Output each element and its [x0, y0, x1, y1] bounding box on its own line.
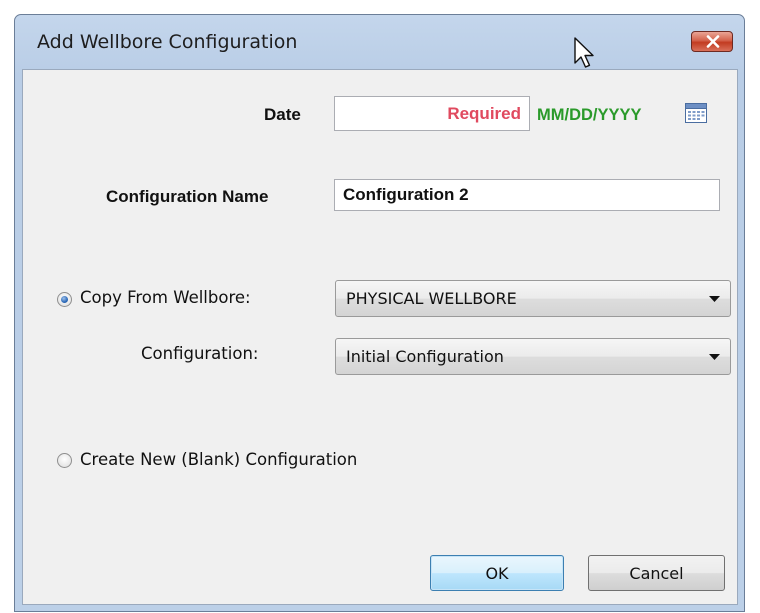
- calendar-icon[interactable]: [685, 103, 707, 123]
- date-label: Date: [264, 105, 301, 124]
- config-name-label: Configuration Name: [106, 187, 269, 206]
- wellbore-select-value: PHYSICAL WELLBORE: [346, 289, 517, 308]
- create-new-radio[interactable]: [57, 453, 72, 468]
- dialog-window: Add Wellbore Configuration Date Required…: [14, 14, 745, 612]
- dialog-title: Add Wellbore Configuration: [37, 31, 298, 53]
- copy-from-wellbore-label[interactable]: Copy From Wellbore:: [80, 288, 251, 307]
- configuration-select[interactable]: Initial Configuration: [335, 338, 731, 375]
- config-name-input[interactable]: Configuration 2: [334, 179, 720, 211]
- date-format-hint: MM/DD/YYYY: [537, 106, 642, 124]
- cancel-button[interactable]: Cancel: [588, 555, 725, 591]
- chevron-down-icon: [709, 353, 720, 360]
- mouse-pointer-icon: [574, 37, 594, 68]
- close-icon: [706, 35, 720, 48]
- wellbore-select[interactable]: PHYSICAL WELLBORE: [335, 280, 731, 317]
- configuration-label: Configuration:: [141, 344, 259, 363]
- title-bar[interactable]: Add Wellbore Configuration: [15, 15, 744, 69]
- date-input[interactable]: Required: [334, 96, 530, 131]
- copy-from-wellbore-radio[interactable]: [57, 292, 72, 307]
- chevron-down-icon: [709, 295, 720, 302]
- close-button[interactable]: [691, 31, 733, 52]
- configuration-select-value: Initial Configuration: [346, 347, 504, 366]
- create-new-label[interactable]: Create New (Blank) Configuration: [80, 450, 357, 469]
- dialog-body: Date Required MM/DD/YYYY Configuration N…: [22, 69, 738, 605]
- ok-button[interactable]: OK: [430, 555, 564, 591]
